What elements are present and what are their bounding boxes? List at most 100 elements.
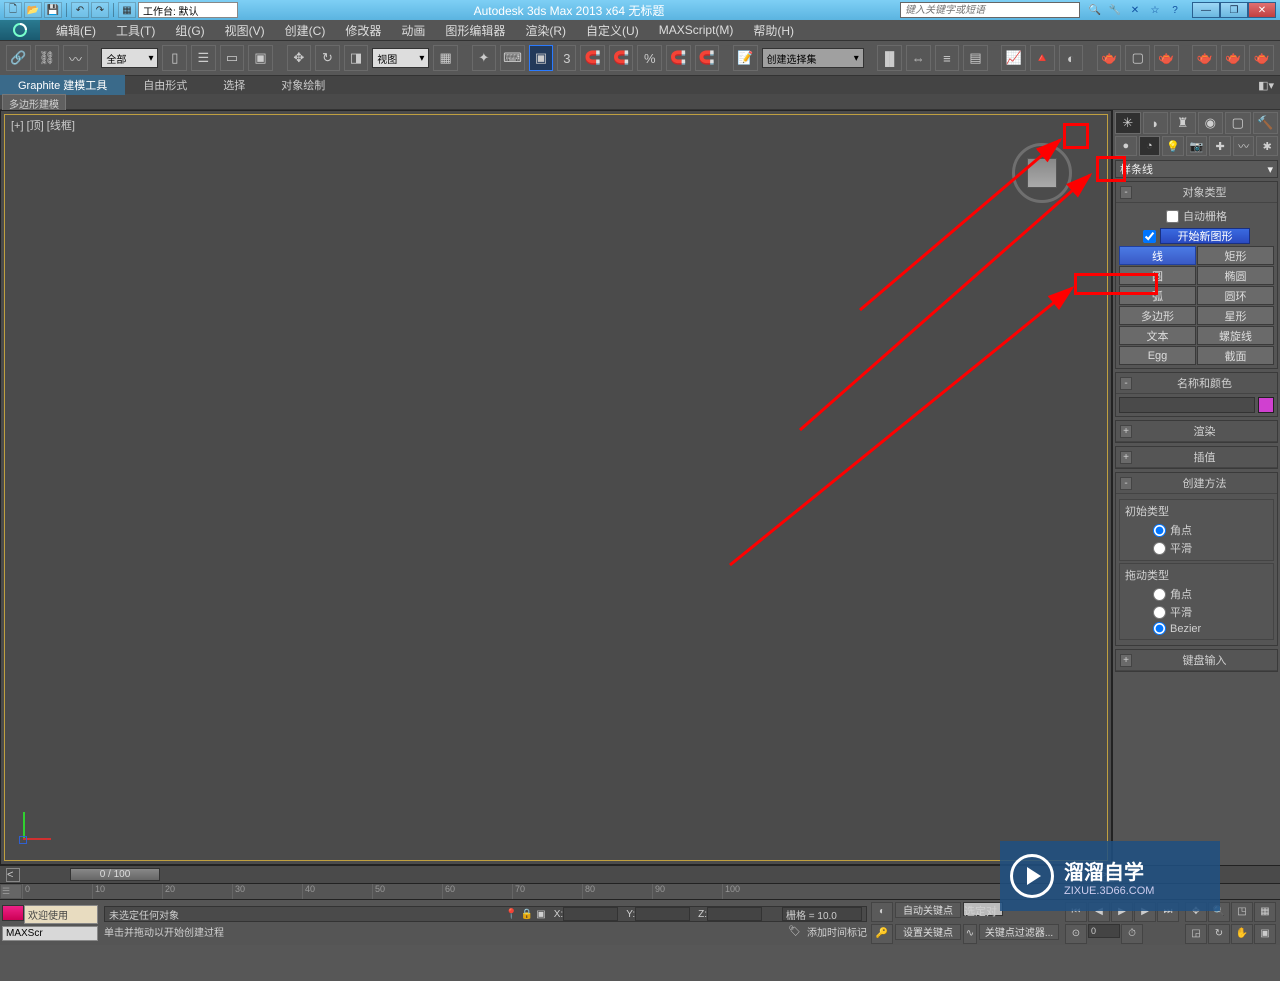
qat-project-icon[interactable]: ▦ [118,2,136,18]
setkey-button[interactable]: 设置关键点 [895,924,961,940]
teapot1-icon[interactable]: 🫖 [1192,45,1217,71]
schematic-view-icon[interactable]: 🔺 [1030,45,1055,71]
rollout-header-interp[interactable]: + 插值 [1116,447,1277,468]
ribbon-tab-freeform[interactable]: 自由形式 [125,75,205,95]
keyboard-shortcut-icon[interactable]: ⌨ [500,45,525,71]
infocenter-fav-icon[interactable]: ☆ [1146,2,1164,18]
viewport-label[interactable]: [+] [顶] [线框] [11,117,75,133]
workspace-dropdown[interactable]: 工作台: 默认 [138,2,238,18]
cp-tab-create-icon[interactable]: ✳ [1115,112,1141,134]
menu-views[interactable]: 视图(V) [215,20,275,41]
cp-subtab-systems-icon[interactable]: ✱ [1256,136,1278,156]
help-search-input[interactable] [900,2,1080,18]
rollout-header-object-type[interactable]: - 对象类型 [1116,182,1277,203]
trackbar-config-icon[interactable]: ☰ [1,885,21,898]
menu-customize[interactable]: 自定义(U) [576,20,649,41]
infocenter-help-icon[interactable]: ? [1166,2,1184,18]
autokey-button[interactable]: 自动关键点 [895,902,961,918]
snap2-icon[interactable]: 🧲 [666,45,691,71]
bindspacewarp-icon[interactable]: 〰 [63,45,88,71]
cp-subtab-shapes-icon[interactable]: ◔ [1139,136,1161,156]
snaps-toggle-icon[interactable]: ▣ [529,45,554,71]
window-maximize-button[interactable]: ❐ [1220,2,1248,18]
ribbon-tab-selection[interactable]: 选择 [205,75,263,95]
qat-new-icon[interactable]: 🗋 [4,2,22,18]
qat-redo-icon[interactable]: ↷ [91,2,109,18]
current-frame-spinner[interactable]: 0 [1088,924,1120,938]
objbtn-text[interactable]: 文本 [1119,326,1196,345]
menu-edit[interactable]: 编辑(E) [46,20,106,41]
menu-help[interactable]: 帮助(H) [743,20,804,41]
cp-tab-modify-icon[interactable]: ◗ [1143,112,1169,134]
key-mode-toggle-icon[interactable]: ⊙ [1065,924,1087,944]
percent-snap-icon[interactable]: 🧲 [580,45,605,71]
infocenter-key-icon[interactable]: 🔧 [1106,2,1124,18]
selection-filter-dropdown[interactable]: 全部▾ [101,48,158,68]
material-editor-icon[interactable]: ◐ [1059,45,1084,71]
time-tag-icon[interactable]: 🏷 [788,926,801,937]
add-time-tag-label[interactable]: 添加时间标记 [807,924,867,939]
rollout-header-render[interactable]: + 渲染 [1116,421,1277,442]
angle-snap-icon[interactable]: 3 [557,45,576,71]
selectname-icon[interactable]: ☰ [191,45,216,71]
rollout-header-creation-method[interactable]: - 创建方法 [1116,473,1277,494]
start-new-shape-button[interactable]: 开始新图形 [1160,228,1250,244]
category-dropdown[interactable]: 样条线 ▾ [1115,160,1278,178]
objbtn-helix[interactable]: 螺旋线 [1197,326,1274,345]
refcoord-dropdown[interactable]: 视图▾ [372,48,429,68]
pivot-icon[interactable]: ▦ [433,45,458,71]
keymode-dropdown[interactable]: 选定对 [963,902,1003,916]
cp-subtab-cameras-icon[interactable]: 📷 [1186,136,1208,156]
cp-subtab-spacewarps-icon[interactable]: 〰 [1233,136,1255,156]
abs-rel-icon[interactable]: ▣ [536,909,545,920]
ribbon-tab-paint[interactable]: 对象绘制 [263,75,343,95]
window-minimize-button[interactable]: — [1192,2,1220,18]
scale-icon[interactable]: ◨ [344,45,369,71]
layer-explorer-icon[interactable]: ▤ [963,45,988,71]
initial-corner-radio[interactable] [1153,524,1166,537]
maxscript-listener[interactable]: MAXScr [2,926,98,941]
manipulate-icon[interactable]: ✦ [472,45,497,71]
objbtn-circle[interactable]: 圆 [1119,266,1196,285]
menu-group[interactable]: 组(G) [165,20,214,41]
cp-tab-display-icon[interactable]: ▢ [1225,112,1251,134]
toggle-trackbar-icon[interactable]: < [6,868,20,882]
render-prod-icon[interactable]: 🫖 [1154,45,1179,71]
cp-subtab-geometry-icon[interactable]: ● [1115,136,1137,156]
coord-x-input[interactable] [563,907,618,921]
objbtn-section[interactable]: 截面 [1197,346,1274,365]
nav-orbit-icon[interactable]: ↻ [1208,924,1230,944]
keyfilter-button[interactable]: 关键点过滤器... [979,924,1059,940]
cp-tab-hierarchy-icon[interactable]: ♜ [1170,112,1196,134]
teapot3-icon[interactable]: 🫖 [1249,45,1274,71]
rollout-header-keyboard[interactable]: + 键盘输入 [1116,650,1277,671]
qat-open-icon[interactable]: 📂 [24,2,42,18]
drag-smooth-radio[interactable] [1153,606,1166,619]
pct-icon[interactable]: % [637,45,662,71]
rotate-icon[interactable]: ↻ [315,45,340,71]
layers-icon[interactable]: ≡ [935,45,960,71]
objbtn-star[interactable]: 星形 [1197,306,1274,325]
object-color-swatch[interactable] [1258,397,1274,413]
setkey-icon[interactable]: 🔑 [871,924,893,944]
nav-zoomall-icon[interactable]: ▦ [1254,902,1276,922]
nav-pan2-icon[interactable]: ✋ [1231,924,1253,944]
time-slider[interactable]: 0 / 100 [70,868,160,881]
object-name-input[interactable] [1119,397,1255,413]
objbtn-rectangle[interactable]: 矩形 [1197,246,1274,265]
menu-tools[interactable]: 工具(T) [106,20,165,41]
menu-modifiers[interactable]: 修改器 [335,20,391,41]
isolate-icon[interactable]: ◐ [871,902,893,922]
cp-tab-utilities-icon[interactable]: 🔨 [1253,112,1279,134]
snap3-icon[interactable]: 🧲 [695,45,720,71]
spinner-snap-icon[interactable]: 🧲 [609,45,634,71]
initial-smooth-radio[interactable] [1153,542,1166,555]
lock-selection-icon[interactable]: 📍 [505,909,517,920]
newshape-checkbox[interactable] [1143,230,1156,243]
window-crossing-icon[interactable]: ▣ [248,45,273,71]
mirror-icon[interactable]: ▐▌ [877,45,902,71]
objbtn-egg[interactable]: Egg [1119,346,1196,365]
cp-tab-motion-icon[interactable]: ◉ [1198,112,1224,134]
curve-editor-icon[interactable]: 📈 [1001,45,1026,71]
keyfilter-icon[interactable]: ∿ [963,924,977,944]
